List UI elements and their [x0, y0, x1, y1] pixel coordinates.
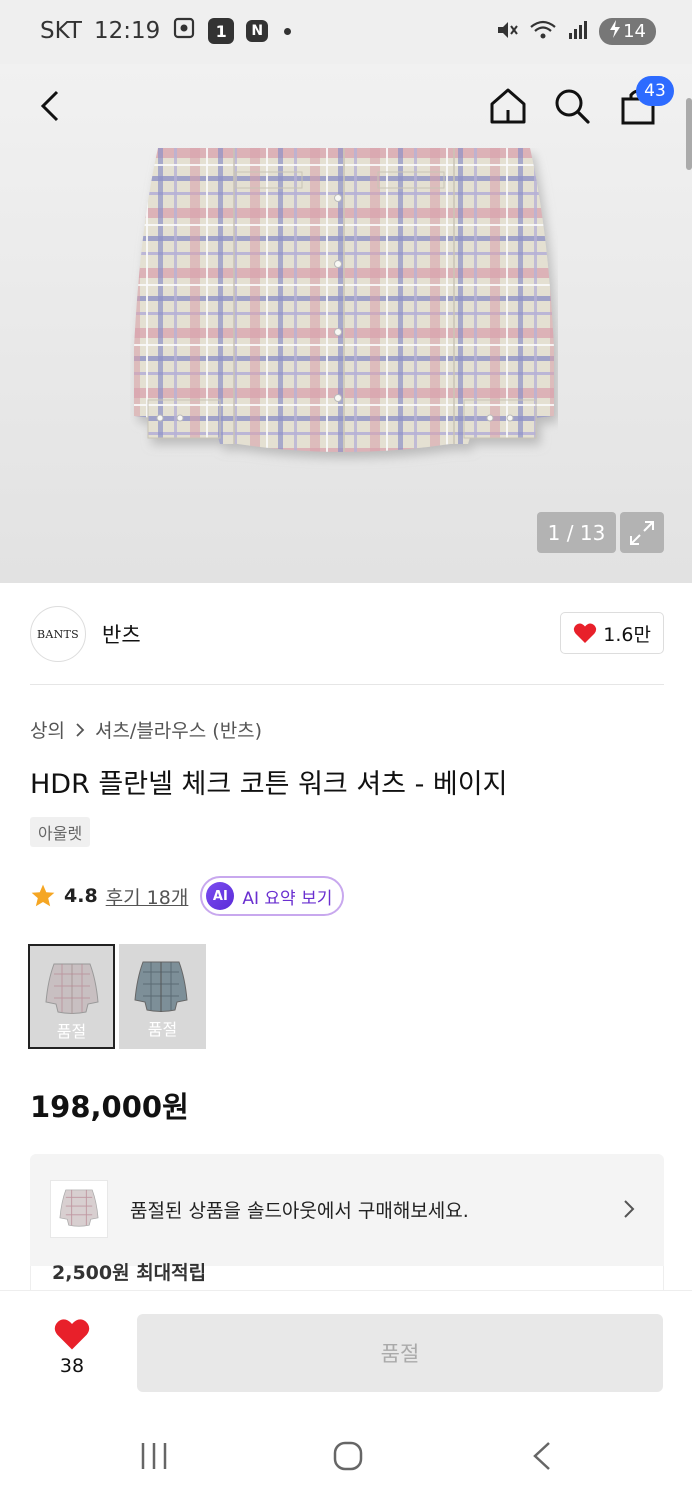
swatch-blue[interactable]: 품절: [119, 944, 206, 1049]
chevron-right-icon: [624, 1200, 635, 1218]
brand-row: BANTS 반츠 1.6만: [30, 606, 664, 662]
more-notifications-dot: [284, 27, 292, 35]
search-icon: [555, 89, 590, 124]
brand-name[interactable]: 반츠: [102, 619, 141, 649]
brand-like-button[interactable]: 1.6만: [560, 612, 664, 654]
chevron-left-icon: [40, 90, 59, 122]
android-navigation-bar: [0, 1412, 692, 1500]
breadcrumb-item-category[interactable]: 셔츠/블라우스 (반츠): [95, 716, 262, 743]
heart-icon: [574, 623, 597, 643]
status-left: SKT 12:19 1 N: [40, 16, 292, 46]
expand-gallery-button[interactable]: [620, 512, 664, 553]
swatch-beige[interactable]: 품절: [28, 944, 115, 1049]
color-swatches: 품절 품절: [28, 944, 206, 1049]
home-icon: [490, 88, 526, 124]
shirt-thumbnail-icon: [59, 1189, 99, 1227]
mute-icon: [495, 19, 519, 45]
brand-logo-text: BANTS: [36, 627, 80, 641]
status-bar: SKT 12:19 1 N 14: [0, 0, 692, 64]
status-right: 14: [495, 18, 656, 45]
home-nav-button[interactable]: [318, 1434, 378, 1478]
buy-button-soldout[interactable]: 품절: [137, 1314, 663, 1392]
screen-record-icon: [172, 16, 196, 46]
soldout-banner-text: 품절된 상품을 솔드아웃에서 구매해보세요.: [130, 1200, 469, 1222]
review-link[interactable]: 후기 18개: [106, 883, 189, 910]
battery-level: 14: [623, 21, 646, 42]
outlet-tag: 아울렛: [30, 817, 91, 847]
shirt-thumbnail-icon: [134, 961, 188, 1012]
divider: [30, 684, 664, 685]
top-nav-bar: 43: [0, 64, 692, 148]
brand-logo[interactable]: BANTS: [30, 606, 86, 662]
signal-icon: [567, 19, 589, 45]
rating-score: 4.8: [64, 885, 98, 907]
breadcrumb-item-top[interactable]: 상의: [30, 716, 65, 743]
banner-product-thumbnail: [50, 1180, 108, 1238]
scrollbar[interactable]: [686, 98, 692, 170]
swatch-soldout-label: 품절: [147, 1020, 178, 1039]
chevron-right-icon: [76, 722, 85, 737]
star-icon: [31, 884, 55, 907]
notification-badge-n: N: [246, 20, 269, 42]
ai-summary-button[interactable]: AI AI 요약 보기: [200, 876, 345, 916]
rating-row: 4.8 후기 18개 AI AI 요약 보기: [30, 876, 345, 916]
back-button[interactable]: [22, 78, 78, 134]
notification-badge-1: 1: [208, 18, 235, 44]
cart-count-badge: 43: [636, 76, 674, 106]
swatch-soldout-label: 품절: [56, 1022, 87, 1041]
recent-apps-icon: [141, 1443, 167, 1469]
heart-icon: [54, 1319, 90, 1350]
charging-bolt-icon: [609, 20, 621, 43]
clock: 12:19: [93, 18, 161, 44]
breadcrumb: 상의 셔츠/블라우스 (반츠): [30, 716, 262, 743]
brand-like-count: 1.6만: [603, 623, 651, 646]
expand-icon: [630, 520, 654, 545]
wifi-icon: [529, 19, 557, 45]
product-price: 198,000원: [30, 1090, 189, 1124]
battery-indicator: 14: [599, 18, 656, 45]
wishlist-count: 38: [59, 1355, 85, 1377]
gallery-counter: 1 / 13: [537, 512, 616, 553]
home-button[interactable]: [480, 78, 536, 134]
product-title: HDR 플란넬 체크 코튼 워크 셔츠 - 베이지: [30, 769, 508, 800]
back-chevron-icon: [533, 1442, 550, 1470]
cart-button[interactable]: 43: [610, 76, 674, 134]
back-nav-button[interactable]: [512, 1434, 572, 1478]
wishlist-button[interactable]: 38: [40, 1317, 104, 1377]
recent-apps-button[interactable]: [124, 1434, 184, 1478]
ai-badge-icon: AI: [206, 882, 235, 910]
shirt-thumbnail-icon: [45, 963, 99, 1014]
product-image: [134, 148, 554, 452]
search-button[interactable]: [544, 78, 600, 134]
purchase-bar: 38 품절: [0, 1290, 692, 1412]
points-text: 2,500원 최대적립: [52, 1262, 207, 1284]
carrier-label: SKT: [40, 18, 82, 44]
product-gallery[interactable]: 43 1 / 13: [0, 64, 692, 583]
ai-summary-label: AI 요약 보기: [242, 888, 333, 909]
soldout-banner[interactable]: 품절된 상품을 솔드아웃에서 구매해보세요.: [30, 1154, 664, 1266]
home-circle-icon: [333, 1441, 363, 1471]
